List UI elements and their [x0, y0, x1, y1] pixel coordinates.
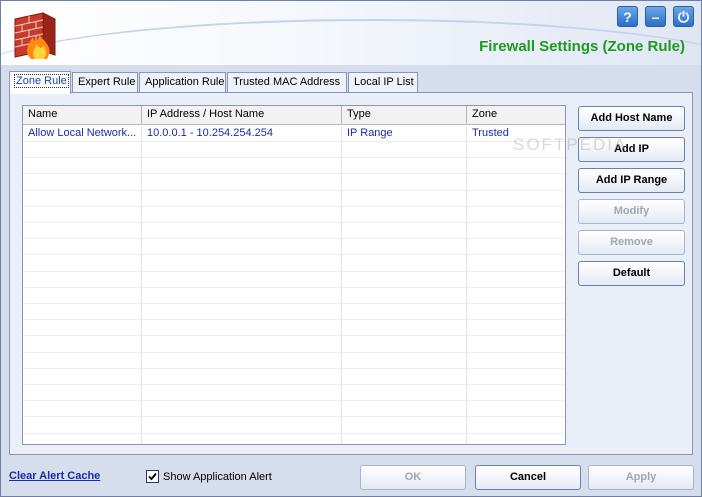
row-gridline — [23, 254, 565, 255]
cell-type: IP Range — [347, 127, 393, 139]
header-banner: Firewall Settings (Zone Rule) ? – ⏻ — [1, 1, 701, 65]
tab-expert-rule[interactable]: Expert Rule — [72, 72, 138, 92]
row-gridline — [23, 222, 565, 223]
row-gridline — [23, 206, 565, 207]
help-icon: ? — [623, 9, 632, 25]
tab-label: Local IP List — [354, 76, 414, 88]
row-gridline — [23, 335, 565, 336]
row-gridline — [23, 141, 565, 142]
add-ip-range-button[interactable]: Add IP Range — [578, 168, 685, 193]
zone-rule-table: Name IP Address / Host Name Type Zone Al… — [22, 105, 566, 445]
column-divider — [466, 124, 467, 444]
tab-label: Expert Rule — [78, 76, 136, 88]
cancel-button[interactable]: Cancel — [475, 465, 581, 490]
tab-trusted-mac-address[interactable]: Trusted MAC Address — [227, 72, 347, 92]
minimize-button[interactable]: – — [645, 6, 666, 27]
power-icon: ⏻ — [677, 9, 690, 25]
remove-button[interactable]: Remove — [578, 230, 685, 255]
power-button[interactable]: ⏻ — [673, 6, 694, 27]
add-host-name-button[interactable]: Add Host Name — [578, 106, 685, 131]
default-button[interactable]: Default — [578, 261, 685, 286]
tab-zone-rule[interactable]: Zone Rule — [9, 71, 71, 94]
cell-name: Allow Local Network... — [28, 127, 137, 139]
row-gridline — [23, 319, 565, 320]
table-row[interactable]: Allow Local Network... 10.0.0.1 - 10.254… — [23, 125, 565, 141]
clear-alert-cache-link[interactable]: Clear Alert Cache — [9, 470, 100, 482]
row-gridline — [23, 368, 565, 369]
show-application-alert-label: Show Application Alert — [163, 471, 272, 483]
firewall-logo-icon — [14, 12, 56, 59]
row-gridline — [23, 352, 565, 353]
row-gridline — [23, 271, 565, 272]
modify-button[interactable]: Modify — [578, 199, 685, 224]
column-divider — [141, 124, 142, 444]
table-header: Name IP Address / Host Name Type Zone — [23, 106, 565, 125]
column-divider — [341, 124, 342, 444]
show-application-alert-checkbox[interactable] — [146, 470, 159, 483]
row-gridline — [23, 238, 565, 239]
row-gridline — [23, 173, 565, 174]
cell-ip-address: 10.0.0.1 - 10.254.254.254 — [147, 127, 273, 139]
ok-button[interactable]: OK — [360, 465, 466, 490]
tab-label: Trusted MAC Address — [233, 76, 341, 88]
page-title: Firewall Settings (Zone Rule) — [479, 38, 685, 55]
row-gridline — [23, 157, 565, 158]
row-gridline — [23, 384, 565, 385]
help-button[interactable]: ? — [617, 6, 638, 27]
row-gridline — [23, 416, 565, 417]
minimize-icon: – — [651, 9, 660, 25]
column-header-zone[interactable]: Zone — [467, 106, 565, 124]
tab-label: Zone Rule — [14, 74, 69, 88]
column-header-type[interactable]: Type — [342, 106, 467, 124]
column-header-ip-address[interactable]: IP Address / Host Name — [142, 106, 342, 124]
row-gridline — [23, 287, 565, 288]
apply-button[interactable]: Apply — [588, 465, 694, 490]
tab-application-rule[interactable]: Application Rule — [139, 72, 226, 92]
row-gridline — [23, 303, 565, 304]
firewall-settings-window: Firewall Settings (Zone Rule) ? – ⏻ Zone… — [0, 0, 702, 497]
tab-local-ip-list[interactable]: Local IP List — [348, 72, 418, 92]
row-gridline — [23, 400, 565, 401]
checkmark-icon — [148, 472, 157, 481]
softpedia-watermark: SOFTPEDIA — [513, 135, 628, 154]
row-gridline — [23, 190, 565, 191]
column-header-name[interactable]: Name — [23, 106, 142, 124]
row-gridline — [23, 433, 565, 434]
tab-label: Application Rule — [145, 76, 225, 88]
